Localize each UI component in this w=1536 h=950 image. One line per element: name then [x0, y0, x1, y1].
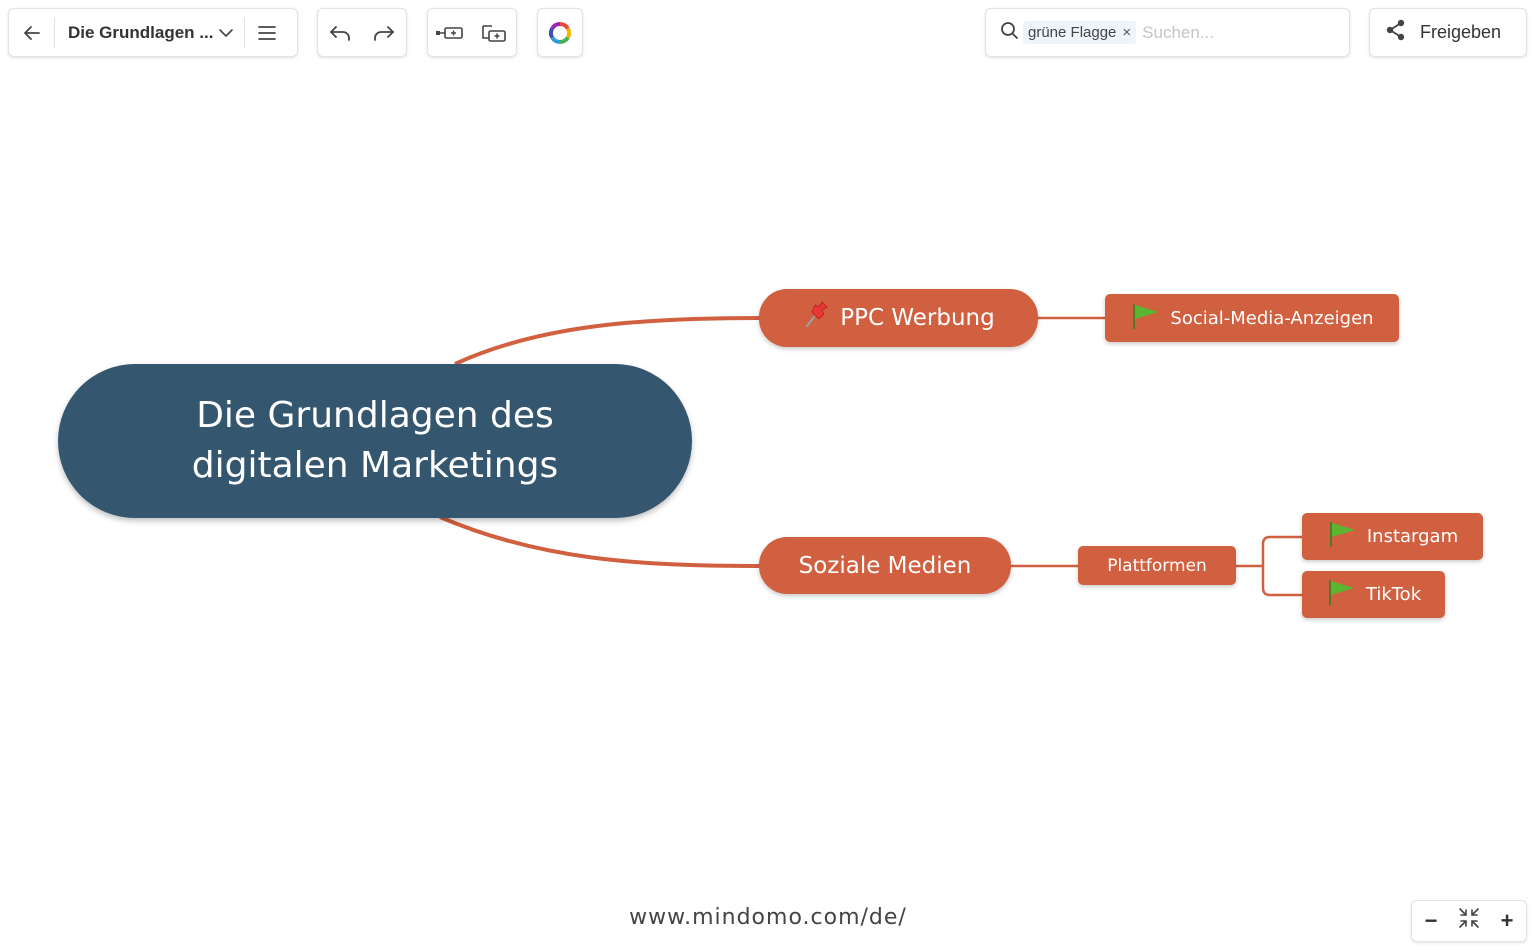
topic-social-media-anzeigen[interactable]: Social-Media-Anzeigen: [1105, 294, 1399, 342]
central-topic[interactable]: Die Grundlagen des digitalen Marketings: [58, 364, 692, 518]
topic-label: Soziale Medien: [798, 552, 972, 579]
fit-to-screen-icon: [1458, 907, 1480, 935]
topic-instargam[interactable]: Instargam: [1302, 513, 1483, 560]
green-flag-icon: [1130, 302, 1160, 335]
fit-to-screen-button[interactable]: [1450, 901, 1488, 941]
topic-label: Social-Media-Anzeigen: [1170, 307, 1374, 329]
zoom-controls: − +: [1411, 900, 1527, 942]
central-topic-line2: digitalen Marketings: [191, 445, 559, 486]
topic-plattformen[interactable]: Plattformen: [1078, 546, 1236, 585]
topic-label: PPC Werbung: [840, 305, 995, 331]
zoom-in-button[interactable]: +: [1488, 901, 1526, 941]
topic-tiktok[interactable]: TikTok: [1302, 571, 1445, 618]
central-topic-line1: Die Grundlagen des: [196, 395, 554, 436]
topic-label: TikTok: [1365, 584, 1422, 605]
green-flag-icon: [1326, 578, 1356, 611]
connector-platforms-children: [1235, 535, 1303, 597]
topic-ppc-werbung[interactable]: PPC Werbung: [759, 289, 1038, 347]
watermark-url: www.mindomo.com/de/: [629, 905, 907, 930]
connector-central-social: [439, 515, 763, 568]
topic-label: Plattformen: [1107, 555, 1207, 576]
pushpin-icon: [802, 301, 830, 335]
zoom-out-button[interactable]: −: [1412, 901, 1450, 941]
green-flag-icon: [1327, 520, 1357, 553]
topic-soziale-medien[interactable]: Soziale Medien: [759, 537, 1011, 594]
connector-central-ppc: [454, 316, 763, 366]
topic-label: Instargam: [1366, 526, 1459, 547]
